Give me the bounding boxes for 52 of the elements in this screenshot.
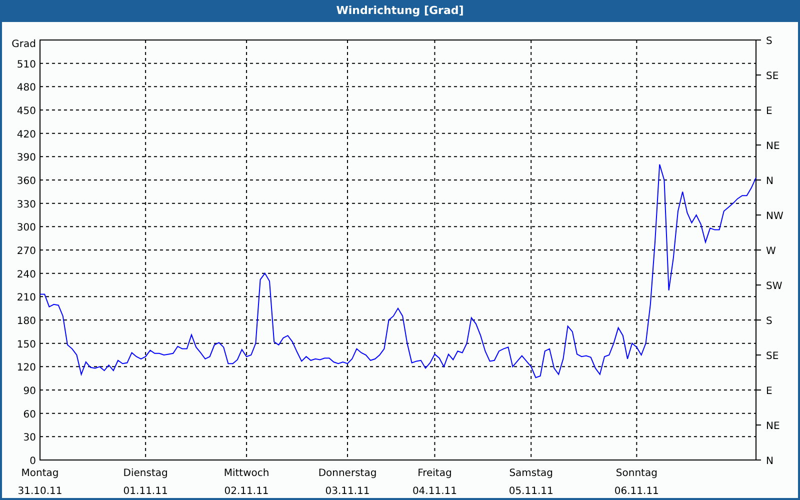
y-tick-label: 120 xyxy=(16,362,36,374)
tick-mark xyxy=(756,144,762,146)
y-tick-label: 300 xyxy=(16,222,36,234)
x-tick-date: 06.11.11 xyxy=(614,486,659,497)
compass-label: E xyxy=(766,386,772,397)
tick-mark xyxy=(756,214,762,216)
compass-label: S xyxy=(766,316,772,327)
x-tick-date: 01.11.11 xyxy=(123,486,168,497)
y-tick-label: 510 xyxy=(16,59,36,70)
y-tick-label: 450 xyxy=(16,106,36,117)
x-tick-label: Samstag xyxy=(509,468,554,479)
compass-label: E xyxy=(766,106,772,117)
x-tick-date: 05.11.11 xyxy=(508,486,554,497)
x-tick-label: Freitag xyxy=(418,468,452,479)
y-tick-label: 90 xyxy=(23,386,36,397)
compass-label: S xyxy=(766,36,772,47)
y-tick-label: 210 xyxy=(16,292,36,304)
compass-label: NE xyxy=(766,141,780,152)
y-tick-label: 270 xyxy=(16,246,36,257)
compass-label: SE xyxy=(766,351,779,362)
x-tick-date: 04.11.11 xyxy=(412,486,457,497)
x-tick-label: Montag xyxy=(21,468,59,479)
compass-label: SW xyxy=(766,281,782,292)
y-tick-label: 420 xyxy=(16,129,36,140)
tick-mark xyxy=(756,354,762,356)
y-tick-label: 150 xyxy=(16,339,36,350)
compass-label: W xyxy=(766,246,776,257)
y-tick-label: 390 xyxy=(16,152,36,164)
tick-mark xyxy=(756,284,762,286)
y-tick-label: 180 xyxy=(16,316,36,327)
x-tick-label: Mittwoch xyxy=(224,468,270,479)
compass-label: NE xyxy=(766,421,780,432)
y-tick-label: 240 xyxy=(16,269,36,280)
y-tick-label: 60 xyxy=(23,409,36,420)
y-axis-label: Grad xyxy=(12,39,36,50)
x-tick-date: 03.11.11 xyxy=(325,486,370,497)
compass-label: N xyxy=(766,456,774,467)
y-tick-label: 330 xyxy=(16,199,36,210)
compass-label: NW xyxy=(766,211,784,222)
x-tick-date: 02.11.11 xyxy=(224,486,269,497)
x-tick-date: 31.10.11 xyxy=(18,486,62,497)
x-tick-label: Sonntag xyxy=(616,468,658,479)
compass-label: N xyxy=(766,176,774,187)
tick-mark xyxy=(756,424,762,426)
x-tick-label: Donnerstag xyxy=(318,468,377,479)
tick-mark xyxy=(756,74,762,76)
x-tick-label: Dienstag xyxy=(123,468,168,479)
y-tick-label: 480 xyxy=(16,82,36,94)
y-tick-label: 30 xyxy=(23,432,36,444)
y-tick-label: 0 xyxy=(30,456,36,467)
y-tick-label: 360 xyxy=(16,176,36,187)
compass-label: SE xyxy=(766,71,779,82)
